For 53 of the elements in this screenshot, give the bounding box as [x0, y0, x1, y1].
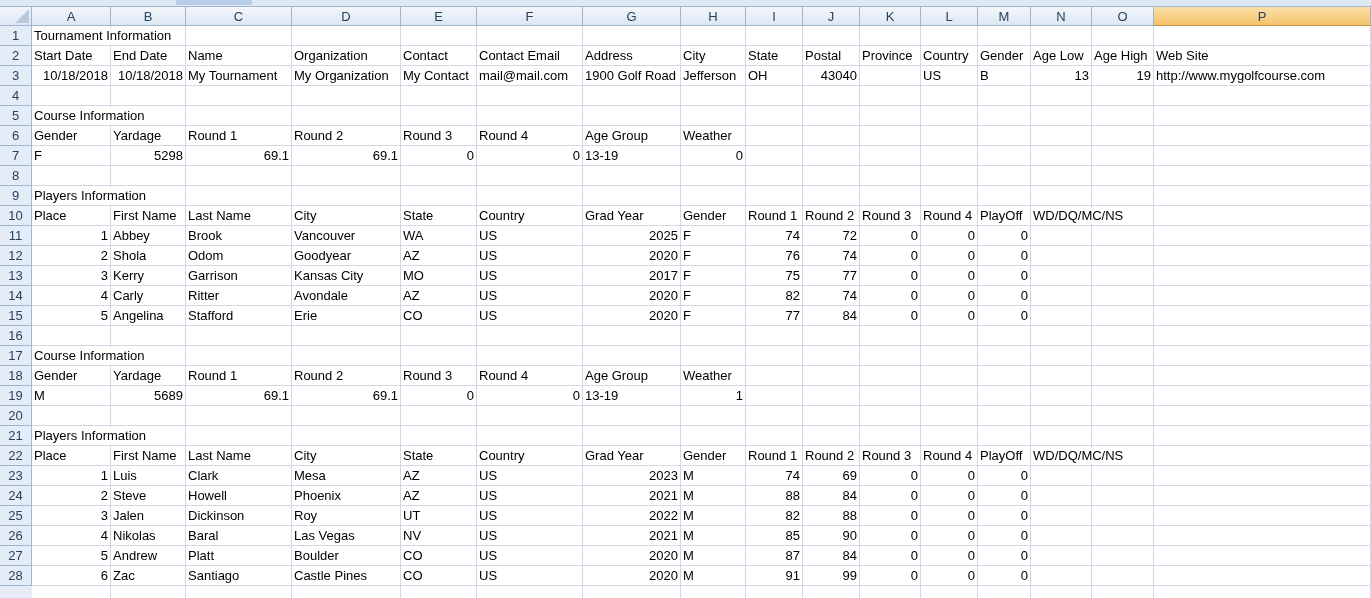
row-number[interactable]: 10 — [0, 206, 32, 226]
row-number[interactable]: 15 — [0, 306, 32, 326]
column-header[interactable]: J — [803, 7, 860, 26]
column-header[interactable]: C — [186, 7, 292, 26]
column-header[interactable]: D — [292, 7, 401, 26]
row-number[interactable]: 12 — [0, 246, 32, 266]
row-number[interactable]: 7 — [0, 146, 32, 166]
select-all-button[interactable] — [0, 7, 32, 26]
column-header[interactable]: F — [477, 7, 583, 26]
row-number[interactable]: 16 — [0, 326, 32, 346]
row-number[interactable]: 24 — [0, 486, 32, 506]
column-header[interactable]: L — [921, 7, 978, 26]
row-number[interactable]: 19 — [0, 386, 32, 406]
table-cell: Tournament Information — [32, 27, 174, 44]
row-number[interactable]: 14 — [0, 286, 32, 306]
row-number[interactable]: 23 — [0, 466, 32, 486]
table-cell: Players Information — [32, 427, 148, 444]
column-header[interactable]: O — [1092, 7, 1154, 26]
column-header[interactable]: I — [746, 7, 803, 26]
table-cell: Course Information — [32, 347, 147, 364]
row-number[interactable]: 22 — [0, 446, 32, 466]
row-number[interactable]: 27 — [0, 546, 32, 566]
column-header[interactable]: A — [32, 7, 111, 26]
row-number[interactable]: 5 — [0, 106, 32, 126]
column-header[interactable]: G — [583, 7, 681, 26]
column-header[interactable]: B — [111, 7, 186, 26]
column-header[interactable]: N — [1031, 7, 1092, 26]
row-number[interactable]: 18 — [0, 366, 32, 386]
table-cell: Players Information — [32, 187, 148, 204]
row-number[interactable]: 20 — [0, 406, 32, 426]
table-cell: WD/DQ/MC/NS — [1031, 207, 1126, 224]
row-number[interactable]: 11 — [0, 226, 32, 246]
row-number[interactable]: 13 — [0, 266, 32, 286]
table-cell: Course Information — [32, 107, 147, 124]
column-header[interactable]: H — [681, 7, 746, 26]
column-header[interactable]: K — [860, 7, 921, 26]
column-header[interactable]: P — [1154, 7, 1371, 26]
column-header[interactable]: E — [401, 7, 477, 26]
table-cell: WD/DQ/MC/NS — [1031, 447, 1126, 464]
row-number[interactable]: 21 — [0, 426, 32, 446]
row-number[interactable]: 9 — [0, 186, 32, 206]
row-number[interactable]: 17 — [0, 346, 32, 366]
row-number[interactable]: 1 — [0, 26, 32, 46]
row-number[interactable]: 8 — [0, 166, 32, 186]
triangle-icon — [15, 9, 29, 23]
row-number[interactable]: 6 — [0, 126, 32, 146]
row-number[interactable]: 28 — [0, 566, 32, 586]
row-number[interactable]: 4 — [0, 86, 32, 106]
row-number[interactable]: 26 — [0, 526, 32, 546]
column-header[interactable]: M — [978, 7, 1031, 26]
row-number[interactable]: 25 — [0, 506, 32, 526]
row-number[interactable]: 2 — [0, 46, 32, 66]
row-number[interactable]: 3 — [0, 66, 32, 86]
